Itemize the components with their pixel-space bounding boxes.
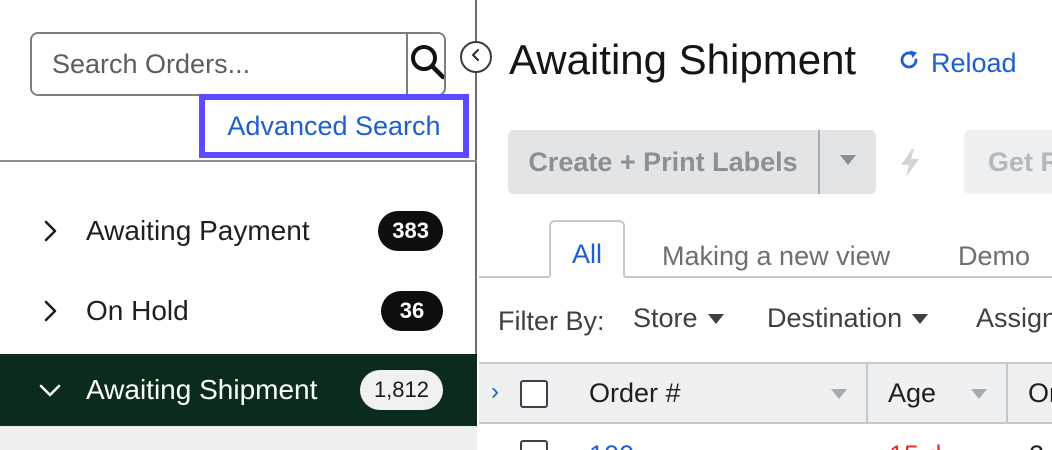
- tab-demo[interactable]: Demo: [958, 220, 1030, 278]
- column-separator: [1006, 364, 1008, 422]
- tab-all[interactable]: All: [549, 220, 625, 278]
- count-badge: 36: [381, 291, 443, 331]
- column-age[interactable]: Age: [888, 364, 936, 422]
- column-order-number[interactable]: Order #: [589, 364, 681, 422]
- column-separator: [866, 364, 868, 422]
- row-checkbox[interactable]: [520, 440, 548, 450]
- caret-down-icon: [912, 313, 929, 324]
- sidebar-item-label: On Hold: [86, 295, 189, 326]
- filter-destination-label: Destination: [767, 303, 903, 333]
- sidebar-item-awaiting-shipment[interactable]: Awaiting Shipment 1,812: [0, 354, 477, 426]
- row-age: 15 d: [889, 440, 942, 450]
- filter-store-label: Store: [633, 303, 698, 333]
- caret-down-icon: [839, 153, 857, 171]
- sidebar-item-on-hold[interactable]: On Hold 36: [0, 275, 477, 347]
- create-print-labels-label: Create + Print Labels: [528, 146, 798, 177]
- filter-label: Filter By:: [498, 306, 605, 336]
- get-rates-button[interactable]: Get R: [964, 130, 1052, 194]
- reload-label: Reload: [931, 48, 1017, 78]
- search-button[interactable]: [406, 34, 444, 94]
- filter-store-dropdown[interactable]: Store: [633, 303, 724, 334]
- bolt-icon[interactable]: [898, 148, 922, 178]
- row-order-date: 2: [1029, 440, 1044, 450]
- create-print-labels-button[interactable]: Create + Print Labels: [508, 130, 876, 194]
- page-title: Awaiting Shipment: [509, 36, 857, 83]
- count-badge: 1,812: [359, 370, 443, 410]
- sidebar-item-awaiting-payment[interactable]: Awaiting Payment 383: [0, 195, 477, 267]
- search-box: [30, 32, 446, 96]
- row-order-number[interactable]: 100: [589, 440, 634, 450]
- chevron-down-icon: [38, 378, 62, 402]
- sidebar: Advanced Search Awaiting Payment 383 On …: [0, 0, 477, 450]
- sidebar-item-label: Awaiting Shipment: [86, 374, 318, 405]
- filter-assignee-dropdown[interactable]: Assign: [976, 303, 1052, 334]
- sidebar-subitems: [0, 426, 477, 450]
- search-icon: [408, 42, 444, 87]
- orders-table-header: › Order # Age Or: [479, 362, 1052, 424]
- reload-icon: [897, 48, 921, 79]
- filter-bar: Filter By: Store Destination Assign: [479, 290, 1052, 352]
- select-all-checkbox[interactable]: [520, 380, 548, 408]
- advanced-search-link[interactable]: Advanced Search: [199, 94, 469, 158]
- sort-caret-icon[interactable]: [971, 389, 987, 399]
- expand-rows-icon[interactable]: ›: [491, 378, 499, 406]
- chevron-left-icon: [468, 47, 484, 68]
- collapse-sidebar-button[interactable]: [460, 41, 492, 73]
- create-labels-dropdown[interactable]: [820, 130, 876, 194]
- caret-down-icon: [707, 313, 724, 324]
- search-input[interactable]: [32, 34, 406, 94]
- sidebar-divider: [0, 160, 477, 162]
- filter-destination-dropdown[interactable]: Destination: [767, 303, 929, 334]
- table-row[interactable]: 100 15 d 2: [479, 426, 1052, 450]
- sort-caret-icon[interactable]: [831, 389, 847, 399]
- main-panel: Awaiting Shipment Reload Create + Print …: [479, 0, 1052, 450]
- sidebar-item-label: Awaiting Payment: [86, 215, 310, 246]
- chevron-right-icon: [38, 299, 62, 323]
- column-order-date[interactable]: Or: [1028, 364, 1052, 422]
- tab-making-a-new-view[interactable]: Making a new view: [662, 220, 890, 278]
- count-badge: 383: [378, 211, 443, 251]
- reload-button[interactable]: Reload: [897, 48, 1017, 79]
- view-tabs: All Making a new view Demo: [479, 220, 1052, 278]
- filter-assignee-label: Assign: [976, 303, 1052, 333]
- chevron-right-icon: [38, 219, 62, 243]
